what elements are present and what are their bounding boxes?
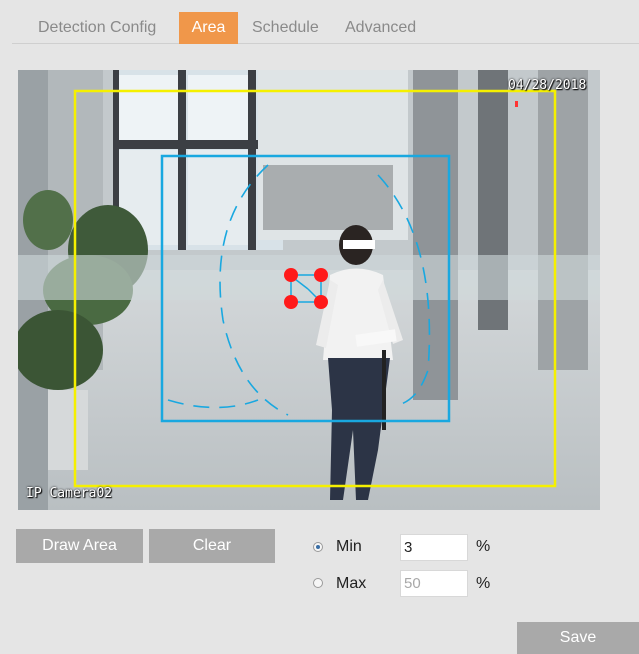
osd-camera-name: IP Camera02 (26, 486, 113, 501)
max-percent-input[interactable] (400, 570, 468, 597)
min-unit: % (476, 538, 491, 555)
camera-scene (18, 70, 600, 510)
min-label: Min (336, 538, 362, 555)
resize-handle[interactable] (314, 295, 328, 309)
window-frames (113, 70, 408, 250)
max-label: Max (336, 575, 367, 592)
tab-bar: Detection Config Area Schedule Advanced (12, 10, 639, 44)
tab-advanced[interactable]: Advanced (345, 12, 416, 44)
resize-handle[interactable] (284, 295, 298, 309)
draw-area-button[interactable]: Draw Area (16, 529, 143, 563)
osd-date: 04/28/2018 (508, 78, 587, 93)
resize-handle[interactable] (314, 268, 328, 282)
min-radio[interactable] (313, 542, 323, 552)
resize-handle[interactable] (284, 268, 298, 282)
tab-detection-config[interactable]: Detection Config (38, 12, 156, 44)
tab-area[interactable]: Area (179, 12, 238, 44)
max-unit: % (476, 575, 491, 592)
max-radio[interactable] (313, 578, 323, 588)
clear-button[interactable]: Clear (149, 529, 275, 563)
tab-schedule[interactable]: Schedule (252, 12, 319, 44)
save-button[interactable]: Save (517, 622, 639, 654)
video-preview[interactable]: 04/28/2018 IP Camera02 (18, 70, 600, 510)
min-percent-input[interactable] (400, 534, 468, 561)
